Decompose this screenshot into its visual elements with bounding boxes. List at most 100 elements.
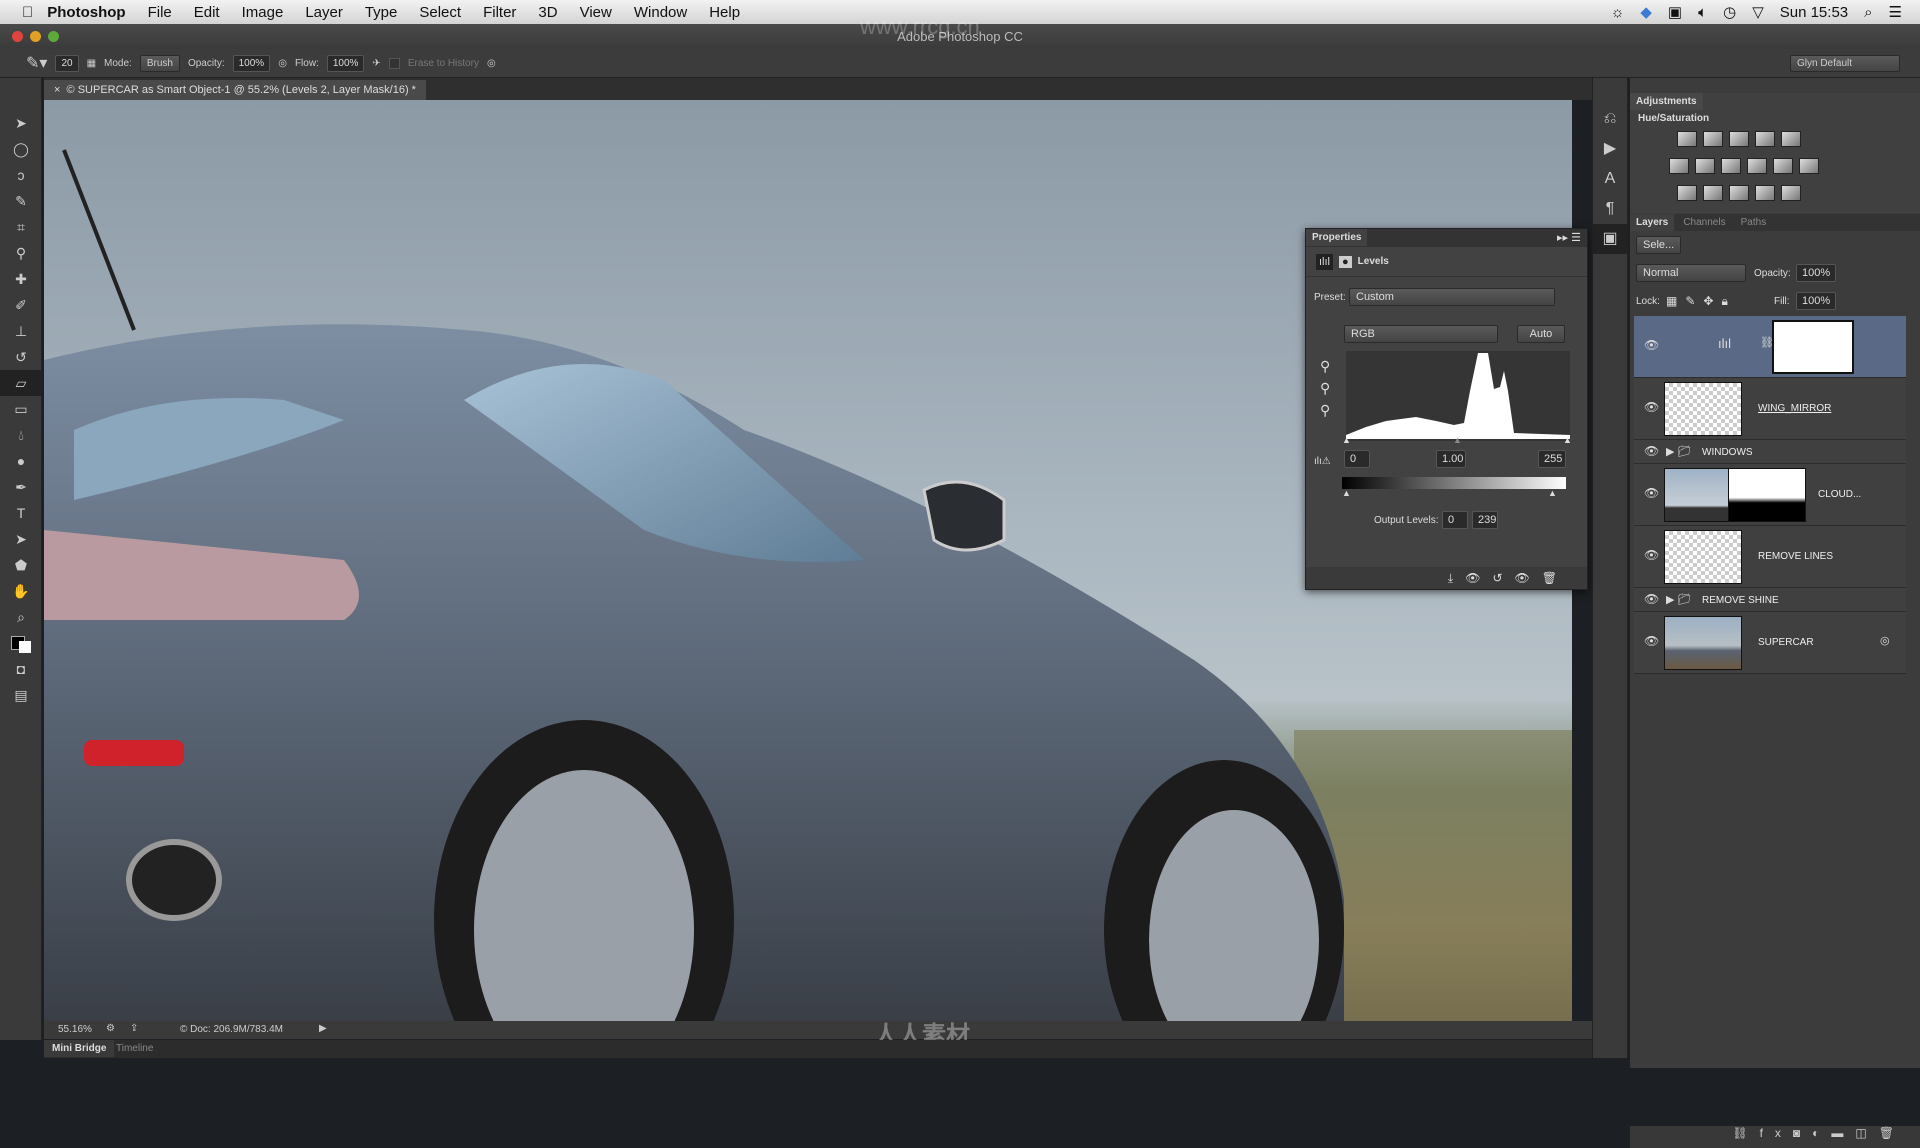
zoom-window-button[interactable] xyxy=(48,31,59,42)
tab-mini-bridge[interactable]: Mini Bridge xyxy=(44,1040,115,1057)
paragraph-panel-icon[interactable]: ¶ xyxy=(1593,194,1627,224)
visibility-eye-icon[interactable]: 👁︎ xyxy=(1644,592,1659,606)
menu-edit[interactable]: Edit xyxy=(194,4,220,21)
menu-layer[interactable]: Layer xyxy=(305,4,343,21)
layer-name[interactable]: REMOVE LINES xyxy=(1758,551,1833,562)
layer-row-wing-mirror[interactable]: 👁︎ WING_MIRROR xyxy=(1634,378,1906,440)
hand-tool-icon[interactable]: ✋ xyxy=(0,578,42,604)
document-tab[interactable]: × © SUPERCAR as Smart Object-1 @ 55.2% (… xyxy=(44,80,426,100)
add-mask-icon[interactable]: ◙ xyxy=(1793,1126,1812,1140)
visibility-eye-icon[interactable]: 👁︎ xyxy=(1644,338,1659,352)
layer-mask-thumbnail[interactable] xyxy=(1728,468,1806,522)
levels-adjustment-icon[interactable]: ılıl xyxy=(1316,253,1333,270)
input-gamma-slider[interactable]: ▲ xyxy=(1453,435,1462,445)
input-black-slider[interactable]: ▲ xyxy=(1342,435,1351,445)
layer-name[interactable]: SUPERCAR xyxy=(1758,637,1814,648)
new-group-icon[interactable]: ▬ xyxy=(1831,1126,1855,1140)
menu-type[interactable]: Type xyxy=(365,4,398,21)
layer-row-levels[interactable]: 👁︎ ılıl ⛓ xyxy=(1634,316,1906,378)
invert-icon[interactable] xyxy=(1677,185,1697,201)
visibility-eye-icon[interactable]: 👁︎ xyxy=(1644,486,1659,500)
preset-select[interactable]: Custom xyxy=(1349,288,1555,306)
expand-group-icon[interactable]: ▶ 📁︎ xyxy=(1666,593,1691,606)
flow-input[interactable]: 100% xyxy=(326,54,365,72)
blur-tool-icon[interactable]: 💧︎ xyxy=(0,422,42,448)
wifi-icon[interactable]: ▽ xyxy=(1752,3,1764,21)
input-black-field[interactable]: 0 xyxy=(1344,450,1370,468)
shape-tool-icon[interactable]: ⬟ xyxy=(0,552,42,578)
layer-filter-select[interactable]: Sele... xyxy=(1636,236,1682,254)
toggle-visibility-icon[interactable]: 👁︎ xyxy=(1515,571,1542,585)
lock-icons[interactable]: ▦✎✥🔒︎ xyxy=(1666,294,1736,309)
white-point-eyedropper-icon[interactable]: ⚲ xyxy=(1320,399,1330,421)
tab-channels[interactable]: Channels xyxy=(1677,214,1731,231)
brush-tool-icon[interactable]: ✐ xyxy=(0,292,42,318)
minimize-window-button[interactable] xyxy=(30,31,41,42)
menu-image[interactable]: Image xyxy=(242,4,284,21)
quick-mask-icon[interactable]: ◘ xyxy=(0,656,42,682)
camera-icon[interactable]: ▣ xyxy=(1668,3,1682,21)
status-menu-arrow-icon[interactable]: ▶ xyxy=(319,1023,327,1034)
output-black-slider[interactable]: ▲ xyxy=(1342,488,1351,498)
pressure-opacity-icon[interactable]: ◎ xyxy=(278,58,287,69)
menu-view[interactable]: View xyxy=(580,4,612,21)
screen-mode-icon[interactable]: ▤ xyxy=(0,682,42,708)
channel-mixer-icon[interactable] xyxy=(1773,158,1793,174)
layer-row-remove-shine-group[interactable]: 👁︎ ▶ 📁︎ REMOVE SHINE xyxy=(1634,588,1906,612)
status-options-icon[interactable]: ⚙ xyxy=(106,1023,115,1034)
path-select-tool-icon[interactable]: ➤ xyxy=(0,526,42,552)
tab-properties[interactable]: Properties xyxy=(1306,229,1368,246)
menu-select[interactable]: Select xyxy=(419,4,461,21)
visibility-eye-icon[interactable]: 👁︎ xyxy=(1644,634,1659,648)
menu-app[interactable]: Photoshop xyxy=(47,4,125,21)
history-brush-tool-icon[interactable]: ↺ xyxy=(0,344,42,370)
gray-point-eyedropper-icon[interactable]: ⚲ xyxy=(1320,377,1330,399)
posterize-icon[interactable] xyxy=(1703,185,1723,201)
levels-icon[interactable] xyxy=(1703,131,1723,147)
view-previous-icon[interactable]: 👁︎ xyxy=(1465,571,1492,585)
menu-file[interactable]: File xyxy=(148,4,172,21)
layer-row-cloud[interactable]: 👁︎ CLOUD... xyxy=(1634,464,1906,526)
pen-tool-icon[interactable]: ✒ xyxy=(0,474,42,500)
channel-select[interactable]: RGB xyxy=(1344,325,1498,343)
move-tool-icon[interactable]: ➤ xyxy=(0,110,42,136)
tab-paths[interactable]: Paths xyxy=(1735,214,1773,231)
layer-name[interactable]: REMOVE SHINE xyxy=(1702,595,1779,606)
erase-history-checkbox[interactable] xyxy=(388,57,400,69)
color-swatches-icon[interactable] xyxy=(0,630,42,656)
output-black-field[interactable]: 0 xyxy=(1442,511,1468,529)
exposure-icon[interactable] xyxy=(1755,131,1775,147)
auto-button[interactable]: Auto xyxy=(1517,325,1565,343)
gradient-map-icon[interactable] xyxy=(1781,185,1801,201)
threshold-icon[interactable] xyxy=(1729,185,1749,201)
new-adjustment-icon[interactable]: ◐ xyxy=(1812,1126,1831,1140)
dodge-tool-icon[interactable]: ● xyxy=(0,448,42,474)
layer-name[interactable]: WING_MIRROR xyxy=(1758,403,1831,414)
pressure-size-icon[interactable]: ◎ xyxy=(487,58,496,69)
eyedropper-tool-icon[interactable]: ⚲ xyxy=(0,240,42,266)
delete-layer-icon[interactable]: 🗑︎ xyxy=(1879,1126,1906,1140)
workspace-select[interactable]: Glyn Default xyxy=(1790,54,1900,72)
input-white-field[interactable]: 255 xyxy=(1538,450,1566,468)
properties-panel-icon[interactable]: ▣ xyxy=(1593,224,1627,254)
volume-icon[interactable]: 🔈︎ xyxy=(1698,4,1707,21)
brush-size-picker[interactable]: 20 xyxy=(55,54,79,72)
dropbox-icon[interactable]: ◆ xyxy=(1640,3,1652,21)
reset-icon[interactable]: ↺ xyxy=(1492,571,1514,585)
menu-3d[interactable]: 3D xyxy=(538,4,557,21)
menu-window[interactable]: Window xyxy=(634,4,687,21)
mask-icon[interactable]: ● xyxy=(1339,255,1352,268)
tab-adjustments[interactable]: Adjustments xyxy=(1630,93,1703,110)
airbrush-icon[interactable]: ✈ xyxy=(372,58,380,69)
output-white-slider[interactable]: ▲ xyxy=(1548,488,1557,498)
vibrance-icon[interactable] xyxy=(1781,131,1801,147)
crop-tool-icon[interactable]: ⌗ xyxy=(0,214,42,240)
delete-adjustment-icon[interactable]: 🗑︎ xyxy=(1542,571,1569,585)
character-panel-icon[interactable]: A xyxy=(1593,164,1627,194)
marquee-tool-icon[interactable]: ◯ xyxy=(0,136,42,162)
layer-row-supercar[interactable]: 👁︎ SUPERCAR ◎ xyxy=(1634,612,1906,674)
fill-input[interactable]: 100% xyxy=(1796,292,1837,310)
fx-icon[interactable]: fx xyxy=(1760,1126,1793,1140)
share-icon[interactable]: ⇪ xyxy=(130,1023,138,1034)
stamp-tool-icon[interactable]: ⊥ xyxy=(0,318,42,344)
